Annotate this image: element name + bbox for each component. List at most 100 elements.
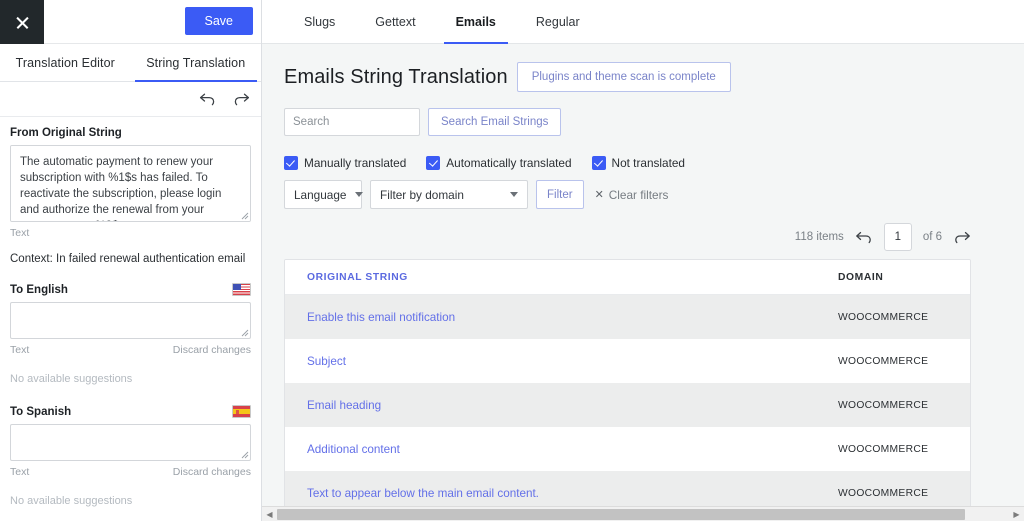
tab-slugs-label: Slugs (304, 14, 336, 29)
horizontal-scroll-track[interactable] (277, 507, 1009, 521)
spanish-translation-wrapper (10, 424, 251, 461)
search-email-strings-button[interactable]: Search Email Strings (428, 108, 562, 136)
language-select-value: Language (294, 187, 347, 202)
tab-regular[interactable]: Regular (516, 0, 600, 43)
table-row[interactable]: Subject WOOCOMMERCE (285, 339, 970, 383)
column-header-original-string[interactable]: ORIGINAL STRING (307, 272, 838, 283)
page-of-text: of 6 (922, 231, 942, 243)
tab-string-translation-label: String Translation (146, 55, 246, 70)
filter-button[interactable]: Filter (536, 180, 584, 209)
english-sub-row: Text Discard changes (10, 344, 251, 356)
table-row[interactable]: Additional content WOOCOMMERCE (285, 427, 970, 471)
translation-status-filters: Manually translated Automatically transl… (284, 156, 1002, 170)
tab-translation-editor[interactable]: Translation Editor (0, 44, 131, 81)
editor-action-bar (0, 82, 261, 117)
title-row: Emails String Translation Plugins and th… (284, 62, 1002, 92)
items-count: 118 items (794, 231, 844, 243)
flag-es-icon (232, 405, 251, 418)
table-cell-original-string[interactable]: Additional content (307, 443, 838, 456)
context-line: Context: In failed renewal authenticatio… (10, 253, 246, 265)
checkbox-checked-icon (284, 156, 298, 170)
english-translation-wrapper (10, 302, 251, 339)
tab-translation-editor-label: Translation Editor (15, 55, 115, 70)
to-spanish-header: To Spanish (10, 405, 251, 418)
translation-editor-panel: Save Translation Editor String Translati… (0, 0, 262, 521)
to-english-heading: To English (10, 283, 68, 296)
chevron-down-icon (510, 192, 518, 197)
horizontal-scroll-thumb[interactable] (277, 508, 966, 520)
app-root: Save Translation Editor String Translati… (0, 0, 1024, 521)
vertical-scrollbar[interactable] (1010, 44, 1024, 506)
strings-table: ORIGINAL STRING DOMAIN Enable this email… (284, 259, 971, 521)
emails-content: Emails String Translation Plugins and th… (262, 44, 1024, 521)
original-string-wrapper (10, 145, 251, 222)
tab-emails[interactable]: Emails (436, 0, 516, 44)
spanish-translation-textarea[interactable] (10, 424, 251, 461)
spanish-type-label: Text (10, 466, 30, 478)
horizontal-scrollbar[interactable]: ◀ ▶ (262, 506, 1024, 521)
tab-regular-label: Regular (535, 14, 580, 29)
table-row[interactable]: Enable this email notification WOOCOMMER… (285, 295, 970, 339)
table-header-row: ORIGINAL STRING DOMAIN (285, 260, 970, 295)
x-icon: ✕ (594, 189, 604, 201)
table-cell-domain: WOOCOMMERCE (838, 355, 929, 367)
english-translation-textarea[interactable] (10, 302, 251, 339)
original-string-textarea[interactable] (10, 145, 251, 222)
flag-us-icon (232, 283, 251, 296)
to-english-header: To English (10, 283, 251, 296)
clear-filters-button[interactable]: ✕ Clear filters (595, 188, 669, 202)
page-number-input[interactable] (883, 223, 912, 251)
string-translation-panel: Slugs Gettext Emails Regular Emails Stri… (262, 0, 1024, 521)
table-cell-domain: WOOCOMMERCE (838, 443, 929, 455)
checkbox-automatically-translated-label: Automatically translated (446, 156, 572, 170)
tab-gettext[interactable]: Gettext (355, 0, 435, 43)
table-cell-original-string[interactable]: Email heading (307, 399, 838, 412)
checkbox-not-translated-label: Not translated (611, 156, 685, 170)
checkbox-not-translated[interactable]: Not translated (591, 156, 685, 170)
left-panel-tabs: Translation Editor String Translation (0, 44, 261, 82)
scroll-right-arrow-icon[interactable]: ▶ (1009, 507, 1024, 521)
translation-fields: From Original String Text Context: In fa… (0, 117, 261, 521)
arrow-left-icon[interactable] (855, 230, 873, 244)
original-string-heading: From Original String (10, 127, 122, 139)
save-button[interactable]: Save (184, 7, 253, 35)
search-input[interactable] (284, 108, 420, 136)
page-title: Emails String Translation (284, 65, 508, 88)
table-row[interactable]: Email heading WOOCOMMERCE (285, 383, 970, 427)
domain-select[interactable]: Filter by domain (370, 180, 528, 209)
to-spanish-heading: To Spanish (10, 405, 72, 418)
pagination: 118 items of 6 (284, 223, 1002, 251)
scroll-left-arrow-icon[interactable]: ◀ (262, 507, 277, 521)
tab-slugs[interactable]: Slugs (284, 0, 355, 43)
tab-string-translation[interactable]: String Translation (131, 44, 262, 82)
checkbox-automatically-translated[interactable]: Automatically translated (426, 156, 572, 170)
domain-select-value: Filter by domain (380, 187, 464, 202)
checkbox-manually-translated[interactable]: Manually translated (284, 156, 406, 170)
clear-filters-label: Clear filters (608, 187, 669, 202)
tab-emails-label: Emails (455, 14, 496, 29)
left-panel-topbar: Save (0, 0, 261, 44)
checkbox-checked-icon (591, 156, 606, 170)
chevron-down-icon (354, 192, 363, 197)
spanish-sub-row: Text Discard changes (10, 466, 251, 478)
english-type-label: Text (10, 344, 30, 356)
original-type-label: Text (10, 227, 30, 239)
search-row: Search Email Strings (284, 108, 1002, 136)
column-header-domain[interactable]: DOMAIN (838, 272, 948, 283)
spanish-discard-changes[interactable]: Discard changes (173, 466, 251, 478)
checkbox-checked-icon (426, 156, 441, 170)
table-cell-original-string[interactable]: Text to appear below the main email cont… (307, 487, 838, 500)
undo-arrow-icon[interactable] (197, 89, 217, 109)
table-cell-domain: WOOCOMMERCE (838, 311, 929, 323)
redo-arrow-icon[interactable] (231, 89, 251, 109)
table-cell-original-string[interactable]: Enable this email notification (307, 311, 838, 324)
table-cell-original-string[interactable]: Subject (307, 355, 838, 368)
table-cell-domain: WOOCOMMERCE (838, 487, 929, 499)
language-select[interactable]: Language (284, 180, 363, 209)
english-discard-changes[interactable]: Discard changes (173, 344, 251, 356)
table-cell-domain: WOOCOMMERCE (838, 399, 929, 411)
close-button[interactable] (0, 0, 44, 44)
arrow-right-icon[interactable] (953, 230, 971, 244)
scan-status-badge[interactable]: Plugins and theme scan is complete (516, 62, 731, 92)
string-type-tabs: Slugs Gettext Emails Regular (262, 0, 1024, 44)
